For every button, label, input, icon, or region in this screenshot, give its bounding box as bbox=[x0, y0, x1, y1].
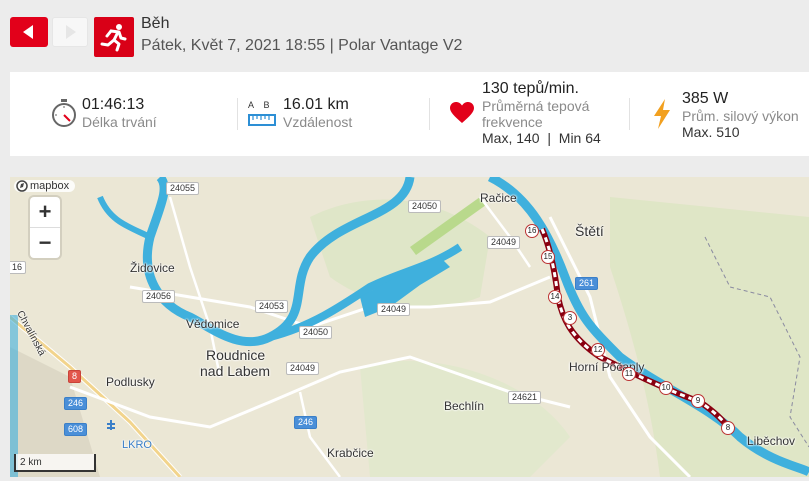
distance-ab-label: A B bbox=[248, 100, 270, 110]
km-marker: 8 bbox=[721, 421, 735, 435]
map-scale: 2 km bbox=[14, 454, 96, 472]
heart-rate-value: 130 tepů/min. bbox=[482, 80, 579, 97]
road-shield: 16 bbox=[10, 261, 27, 274]
next-activity-button[interactable] bbox=[52, 17, 88, 47]
heart-icon bbox=[450, 102, 474, 123]
place-label: Židovice bbox=[130, 261, 175, 275]
km-marker: 14 bbox=[548, 290, 562, 304]
km-marker: 11 bbox=[622, 367, 636, 381]
place-label: Podlusky bbox=[106, 375, 155, 389]
mapbox-icon bbox=[16, 180, 28, 192]
zoom-out-button[interactable]: − bbox=[30, 227, 60, 257]
place-label: Roudnice bbox=[206, 347, 266, 363]
road-shield: 24050 bbox=[299, 326, 333, 339]
road-shield: 608 bbox=[64, 423, 88, 436]
stopwatch-icon bbox=[52, 99, 76, 127]
place-label: Račice bbox=[480, 191, 517, 205]
previous-activity-button[interactable] bbox=[10, 17, 48, 47]
place-label: Krabčice bbox=[327, 446, 374, 460]
road-shield: 246 bbox=[64, 397, 88, 410]
map-background bbox=[10, 177, 809, 477]
stat-divider bbox=[429, 98, 430, 130]
road-shield: 24056 bbox=[142, 290, 176, 303]
heart-rate-max-min: Max, 140 | Min 64 bbox=[482, 130, 601, 146]
stat-divider bbox=[629, 98, 630, 130]
power-value: 385 W bbox=[682, 90, 729, 107]
zoom-in-button[interactable]: + bbox=[30, 197, 60, 227]
mapbox-logo[interactable]: mapbox bbox=[14, 180, 76, 192]
distance-value: 16.01 km bbox=[283, 96, 349, 113]
duration-label: Délka trvání bbox=[82, 114, 157, 130]
power-label: Prům. silový výkon bbox=[682, 108, 799, 124]
airport-label: LKRO bbox=[122, 439, 152, 451]
running-icon bbox=[94, 17, 134, 57]
chevron-left-icon bbox=[23, 25, 33, 39]
road-shield: 8 bbox=[68, 370, 82, 383]
activity-title: Běh bbox=[141, 15, 170, 32]
heart-rate-label: Průměrná tepová bbox=[482, 98, 590, 114]
km-marker: 16 bbox=[525, 224, 539, 238]
chevron-right-icon bbox=[66, 25, 76, 39]
km-marker: 10 bbox=[659, 381, 673, 395]
place-label: Štětí bbox=[575, 223, 604, 239]
road-shield: 24049 bbox=[377, 303, 411, 316]
place-label: Liběchov bbox=[747, 434, 796, 448]
zoom-controls: + − bbox=[30, 197, 60, 258]
distance-label: Vzdálenost bbox=[283, 114, 353, 130]
km-marker: 15 bbox=[541, 250, 555, 264]
road-shield: 261 bbox=[575, 277, 599, 290]
road-shield: 24049 bbox=[487, 236, 521, 249]
road-shield: 24050 bbox=[408, 200, 442, 213]
road-shield: 24055 bbox=[166, 182, 200, 195]
km-marker: 12 bbox=[591, 343, 605, 357]
road-shield: 24049 bbox=[286, 362, 320, 375]
route-map[interactable]: Račice Štětí Židovice Vědomice Roudnice … bbox=[10, 177, 809, 477]
place-label: nad Labem bbox=[200, 363, 271, 379]
duration-value: 01:46:13 bbox=[82, 96, 145, 113]
activity-subtitle: Pátek, Květ 7, 2021 18:55 | Polar Vantag… bbox=[141, 37, 463, 54]
power-max: Max. 510 bbox=[682, 124, 740, 140]
heart-rate-label-cont: frekvence bbox=[482, 114, 543, 130]
ruler-icon bbox=[248, 114, 276, 126]
road-shield: 24621 bbox=[508, 391, 542, 404]
activity-navigation bbox=[10, 17, 88, 47]
road-shield: 246 bbox=[294, 416, 318, 429]
stat-divider bbox=[237, 98, 238, 130]
mapbox-attribution: mapbox bbox=[30, 180, 70, 192]
place-label: Vědomice bbox=[186, 317, 240, 331]
lightning-icon bbox=[654, 99, 670, 129]
summary-stats-panel: 01:46:13 Délka trvání A B 16.01 km Vzdál… bbox=[10, 72, 809, 156]
road-shield: 24053 bbox=[255, 300, 289, 313]
km-marker: 3 bbox=[563, 311, 577, 325]
place-label: Bechlín bbox=[444, 399, 485, 413]
km-marker: 9 bbox=[691, 394, 705, 408]
